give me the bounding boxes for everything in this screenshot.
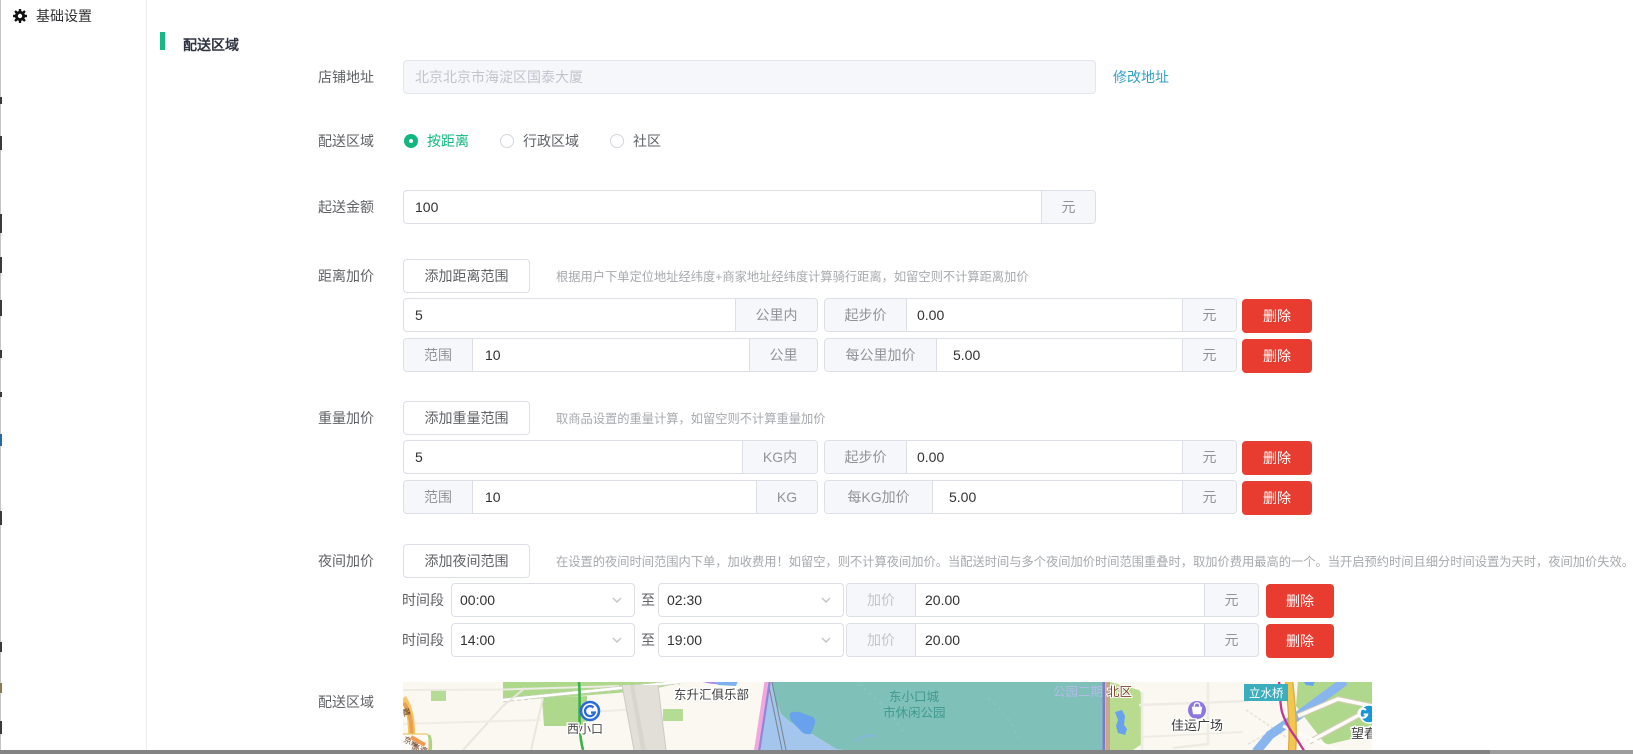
svg-text:东升汇俱乐部: 东升汇俱乐部 (674, 687, 749, 702)
svg-text:东小口城: 东小口城 (889, 690, 940, 704)
svg-text:市休闲公园: 市休闲公园 (883, 705, 946, 720)
svg-text:佳运广场: 佳运广场 (1171, 718, 1223, 733)
svg-text:北区: 北区 (1107, 685, 1132, 699)
svg-text:公园二期: 公园二期 (1053, 685, 1103, 699)
svg-text:西小口: 西小口 (567, 722, 603, 736)
svg-text:立水桥: 立水桥 (1249, 686, 1284, 700)
svg-text:望春: 望春 (1351, 726, 1372, 741)
